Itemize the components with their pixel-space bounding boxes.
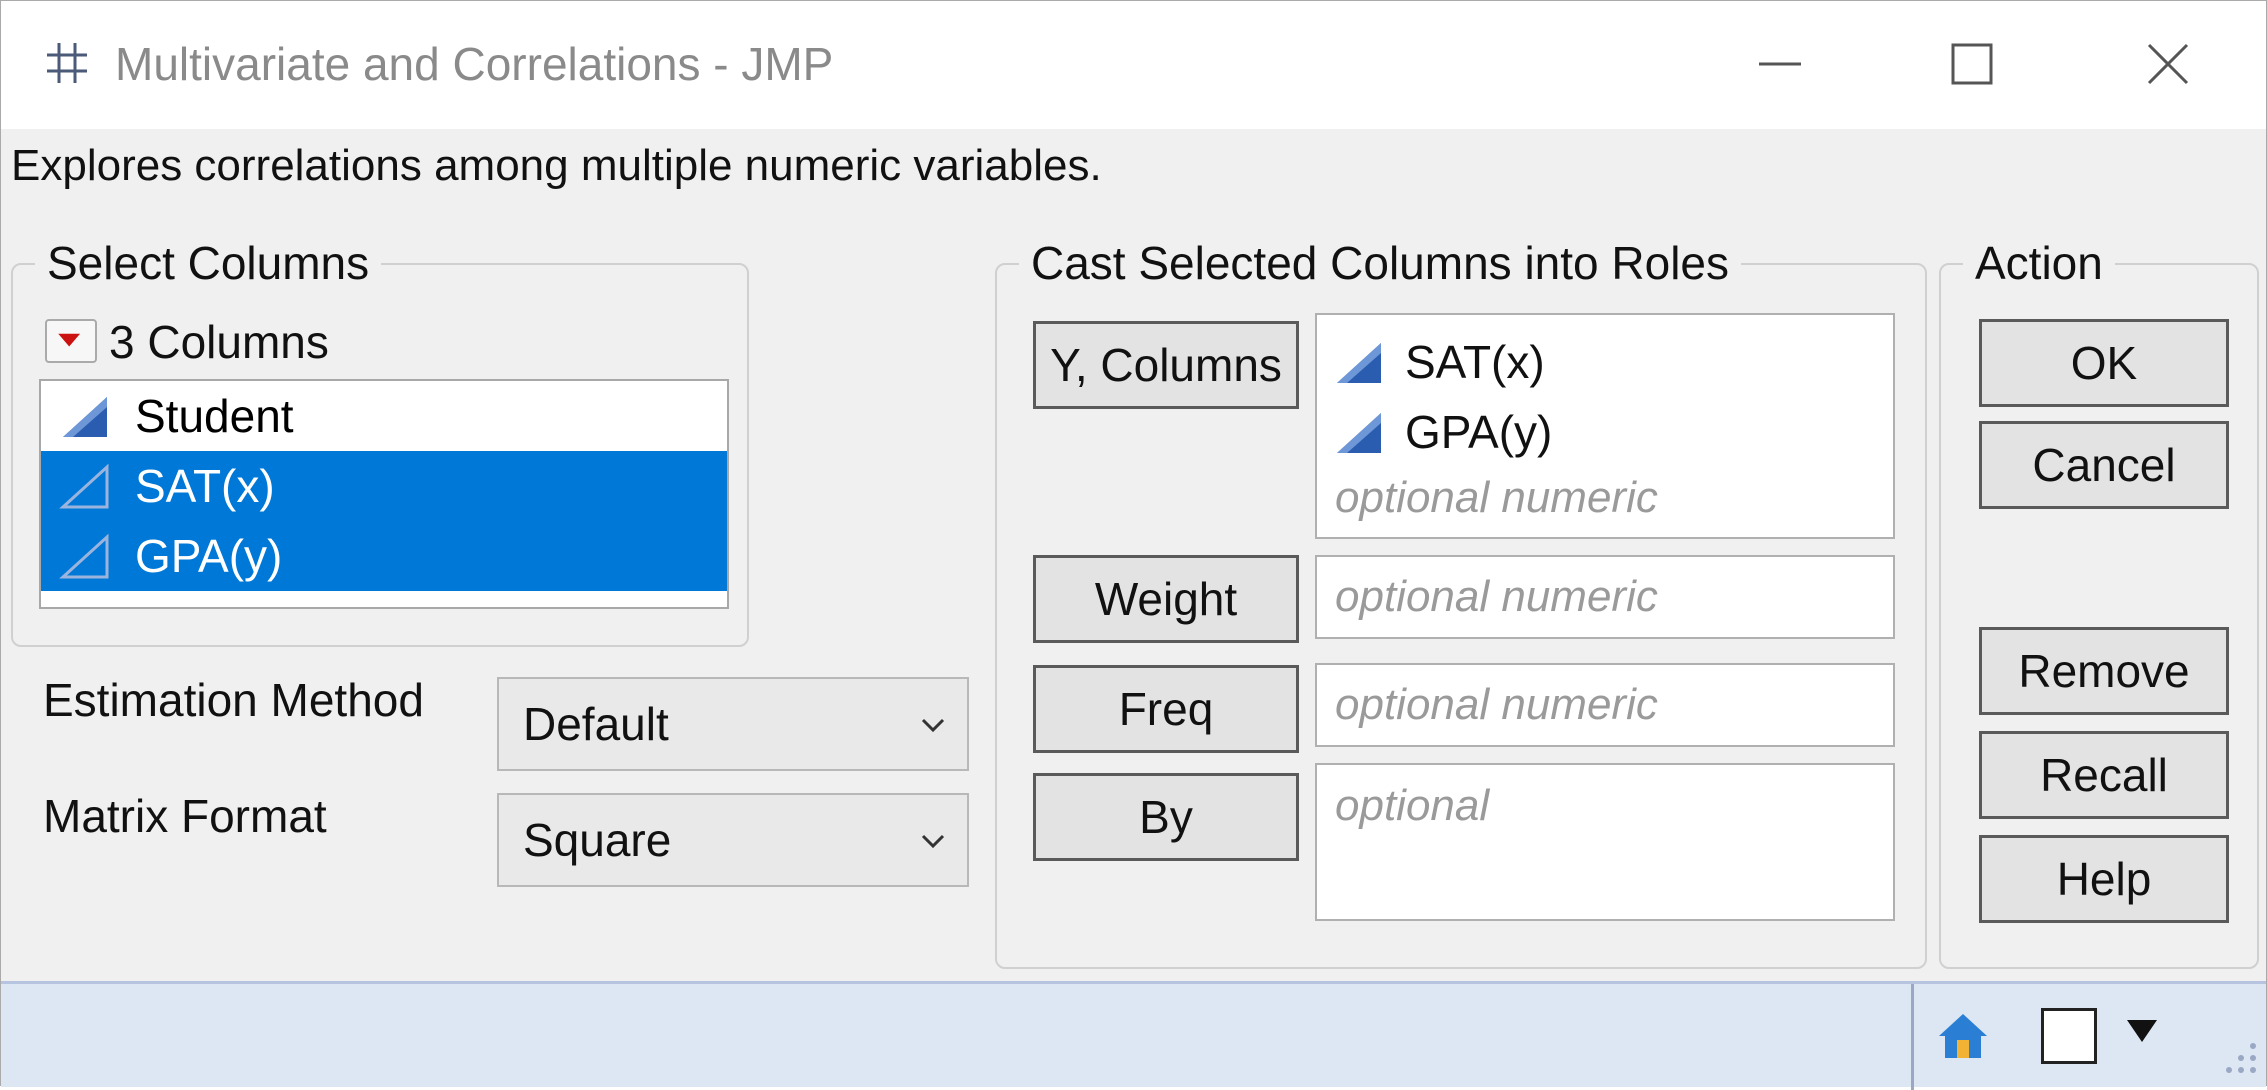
select-columns-legend: Select Columns — [35, 235, 382, 291]
maximize-icon[interactable] — [1939, 31, 2005, 97]
action-legend: Action — [1963, 235, 2115, 291]
continuous-column-icon — [59, 463, 109, 509]
estimation-method-value: Default — [523, 698, 669, 750]
by-role-box[interactable]: optional — [1315, 763, 1895, 921]
continuous-column-icon — [1337, 413, 1381, 453]
role-item-gpa[interactable]: GPA(y) — [1317, 397, 1893, 467]
action-group: Action OK Cancel Remove Recall Help — [1939, 235, 2259, 969]
close-icon[interactable] — [2135, 31, 2201, 97]
recall-button[interactable]: Recall — [1979, 731, 2229, 819]
continuous-column-icon — [1337, 343, 1381, 383]
role-item-sat[interactable]: SAT(x) — [1317, 327, 1893, 397]
estimation-method-select[interactable]: Default — [497, 677, 969, 771]
column-name: Student — [135, 390, 294, 442]
red-triangle-icon — [58, 333, 81, 347]
weight-button[interactable]: Weight — [1033, 555, 1299, 643]
platform-description: Explores correlations among multiple num… — [11, 141, 1102, 190]
window-title: Multivariate and Correlations - JMP — [115, 38, 834, 90]
ok-button[interactable]: OK — [1979, 319, 2229, 407]
cancel-button[interactable]: Cancel — [1979, 421, 2229, 509]
column-list[interactable]: Student SAT(x) GPA(y) — [39, 379, 729, 609]
y-columns-button[interactable]: Y, Columns — [1033, 321, 1299, 409]
dialog-window: Multivariate and Correlations - JMP Expl… — [0, 0, 2267, 1090]
chevron-down-icon — [921, 718, 945, 733]
title-bar: Multivariate and Correlations - JMP — [1, 1, 2266, 129]
by-placeholder: optional — [1335, 781, 1490, 830]
by-button[interactable]: By — [1033, 773, 1299, 861]
jmp-grid-icon — [47, 43, 87, 83]
freq-button[interactable]: Freq — [1033, 665, 1299, 753]
y-columns-role-box[interactable]: SAT(x) GPA(y) optional numeric — [1315, 313, 1895, 539]
freq-role-box[interactable]: optional numeric — [1315, 663, 1895, 747]
window-list-icon[interactable] — [2041, 1008, 2097, 1064]
status-bar — [1, 981, 2266, 1090]
column-menu-button[interactable] — [45, 319, 97, 363]
minimize-icon[interactable] — [1747, 31, 1813, 97]
matrix-format-select[interactable]: Square — [497, 793, 969, 887]
column-item-gpa[interactable]: GPA(y) — [41, 521, 727, 591]
home-icon[interactable] — [1935, 1010, 1991, 1064]
estimation-method-label: Estimation Method — [43, 674, 424, 726]
continuous-column-icon — [59, 533, 109, 579]
column-name: SAT(x) — [135, 460, 275, 512]
resize-grip-icon[interactable] — [2215, 1034, 2259, 1078]
chevron-down-icon — [921, 834, 945, 849]
weight-role-box[interactable]: optional numeric — [1315, 555, 1895, 639]
role-item-label: SAT(x) — [1405, 336, 1545, 388]
role-item-label: GPA(y) — [1405, 406, 1553, 458]
weight-placeholder: optional numeric — [1335, 572, 1658, 621]
status-divider — [1911, 984, 1914, 1090]
column-name: GPA(y) — [135, 530, 283, 582]
cast-roles-group: Cast Selected Columns into Roles Y, Colu… — [995, 235, 1927, 969]
column-count: 3 Columns — [109, 316, 329, 368]
continuous-column-icon — [63, 397, 107, 437]
help-button[interactable]: Help — [1979, 835, 2229, 923]
column-item-sat[interactable]: SAT(x) — [41, 451, 727, 521]
matrix-format-label: Matrix Format — [43, 790, 327, 842]
remove-button[interactable]: Remove — [1979, 627, 2229, 715]
freq-placeholder: optional numeric — [1335, 680, 1658, 729]
matrix-format-value: Square — [523, 814, 672, 866]
cast-roles-legend: Cast Selected Columns into Roles — [1019, 235, 1741, 291]
select-columns-group: Select Columns 3 Columns Student SAT(x) — [11, 235, 749, 647]
column-item-student[interactable]: Student — [41, 381, 727, 451]
dropdown-triangle-icon[interactable] — [2125, 1018, 2159, 1044]
y-columns-placeholder: optional numeric — [1335, 473, 1658, 522]
